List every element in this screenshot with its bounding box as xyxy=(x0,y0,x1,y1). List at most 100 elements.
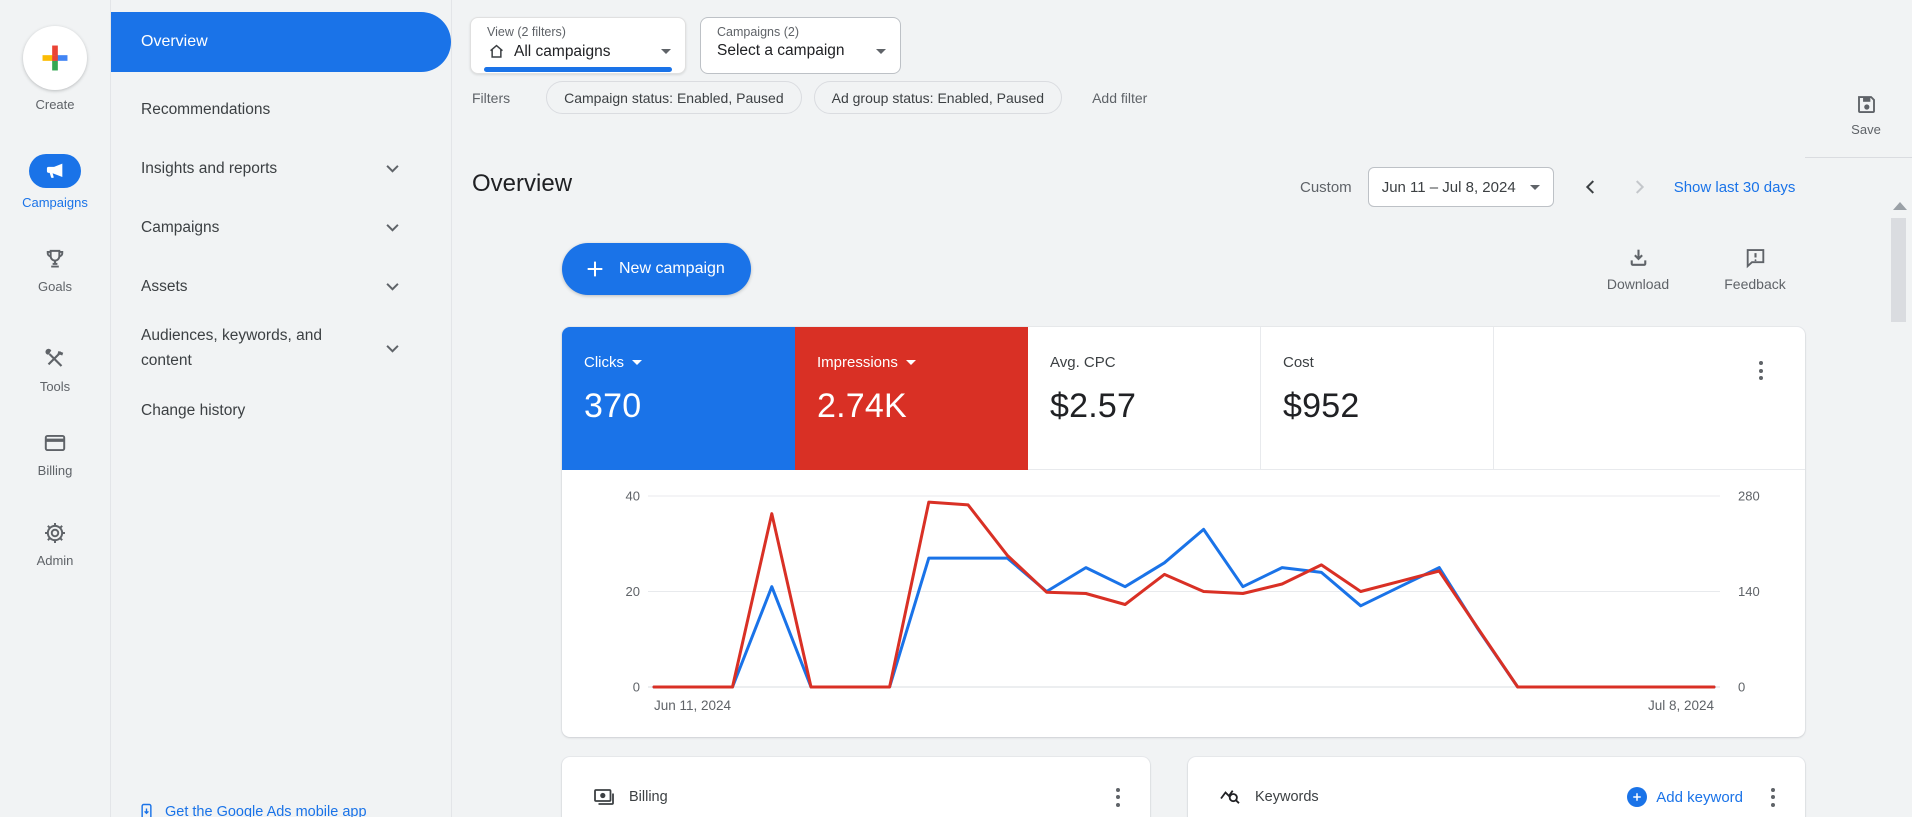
scorecard-impressions[interactable]: Impressions 2.74K xyxy=(795,327,1028,470)
chevron-left-icon xyxy=(1580,176,1602,198)
campaign-selector-dropdown[interactable]: Campaigns (2) Select a campaign xyxy=(700,17,901,74)
page-title: Overview xyxy=(472,170,572,198)
create-button[interactable]: Create xyxy=(0,26,110,112)
create-label: Create xyxy=(35,97,74,112)
secondary-nav: Overview Recommendations Insights and re… xyxy=(110,0,452,817)
nav-item-overview-label: Overview xyxy=(141,33,208,51)
show-last-30-days-link[interactable]: Show last 30 days xyxy=(1674,179,1796,196)
download-button[interactable]: Download xyxy=(1596,245,1680,292)
date-range-dropdown[interactable]: Jun 11 – Jul 8, 2024 xyxy=(1368,167,1554,207)
scorecard-cost[interactable]: Cost $952 xyxy=(1261,327,1494,470)
scorecard-avg-cpc-value: $2.57 xyxy=(1050,387,1260,426)
nav-item-change-history[interactable]: Change history xyxy=(111,388,451,432)
scorecard-filler xyxy=(1494,327,1805,470)
date-range-value: Jun 11 – Jul 8, 2024 xyxy=(1382,179,1516,196)
keywords-card[interactable]: Keywords Add keyword xyxy=(1188,757,1805,817)
panel-divider xyxy=(1805,157,1912,158)
rail-item-admin[interactable]: Admin xyxy=(0,520,110,568)
previous-period-button[interactable] xyxy=(1580,176,1602,198)
dropdown-caret-icon xyxy=(632,360,642,365)
rail-label-admin: Admin xyxy=(37,553,74,568)
rail-label-goals: Goals xyxy=(38,279,72,294)
nav-item-recommendations[interactable]: Recommendations xyxy=(111,87,451,131)
trophy-icon xyxy=(42,246,68,272)
campaigns-active-pill xyxy=(29,154,81,188)
date-controls: Custom Jun 11 – Jul 8, 2024 Show last 30… xyxy=(1300,167,1795,207)
scorecard-clicks-label: Clicks xyxy=(584,354,624,371)
rail-label-billing: Billing xyxy=(38,463,73,478)
view-selector-value: All campaigns xyxy=(514,43,611,61)
filter-chip-campaign-status[interactable]: Campaign status: Enabled, Paused xyxy=(546,81,801,114)
nav-item-insights-and-reports[interactable]: Insights and reports xyxy=(111,146,451,190)
view-selector-dropdown[interactable]: View (2 filters) All campaigns xyxy=(470,17,686,74)
feedback-icon xyxy=(1743,245,1768,270)
rail-label-campaigns: Campaigns xyxy=(22,195,88,210)
scorecard-cost-label: Cost xyxy=(1283,354,1314,371)
nav-item-assets[interactable]: Assets xyxy=(111,264,451,308)
svg-text:20: 20 xyxy=(626,584,640,599)
scrollbar-thumb[interactable] xyxy=(1891,218,1906,322)
nav-item-campaigns[interactable]: Campaigns xyxy=(111,205,451,249)
home-icon xyxy=(487,42,506,61)
nav-item-overview[interactable]: Overview xyxy=(111,12,451,72)
chevron-down-icon xyxy=(386,164,399,173)
date-mode-label: Custom xyxy=(1300,179,1352,196)
billing-card-kebab-menu[interactable] xyxy=(1110,782,1126,813)
svg-text:0: 0 xyxy=(1738,680,1745,695)
phone-download-icon xyxy=(137,801,156,817)
feedback-label: Feedback xyxy=(1724,276,1785,292)
dropdown-caret-icon xyxy=(876,49,886,54)
view-selector-label: View (2 filters) xyxy=(487,25,671,39)
credit-card-icon xyxy=(42,430,68,456)
scorecard-avg-cpc-label: Avg. CPC xyxy=(1050,354,1116,371)
tools-icon xyxy=(42,346,68,372)
add-keyword-label: Add keyword xyxy=(1656,789,1743,806)
chart-card-kebab-menu[interactable] xyxy=(1753,355,1769,386)
mobile-app-link[interactable]: Get the Google Ads mobile app xyxy=(137,801,367,817)
rail-item-campaigns[interactable]: Campaigns xyxy=(0,154,110,210)
mobile-app-link-label: Get the Google Ads mobile app xyxy=(165,804,367,817)
scorecard-cost-value: $952 xyxy=(1283,387,1493,426)
scorecard-tabs: Clicks 370 Impressions 2.74K Avg. CPC $2… xyxy=(562,327,1805,470)
rail-item-goals[interactable]: Goals xyxy=(0,246,110,294)
rail-label-tools: Tools xyxy=(40,379,70,394)
svg-text:140: 140 xyxy=(1738,584,1760,599)
new-campaign-label: New campaign xyxy=(619,260,725,278)
left-icon-rail: Create Campaigns Goals Tools B xyxy=(0,0,110,817)
svg-text:Jul 8, 2024: Jul 8, 2024 xyxy=(1648,698,1715,713)
filters-bar: Filters Campaign status: Enabled, Paused… xyxy=(472,81,1147,114)
feedback-button[interactable]: Feedback xyxy=(1713,245,1797,292)
filters-label: Filters xyxy=(472,90,510,106)
scorecard-clicks[interactable]: Clicks 370 xyxy=(562,327,795,470)
svg-text:40: 40 xyxy=(626,489,640,504)
new-campaign-button[interactable]: New campaign xyxy=(562,243,751,295)
scorecard-clicks-value: 370 xyxy=(584,387,795,426)
keywords-card-title: Keywords xyxy=(1255,789,1319,805)
trend-magnifier-icon xyxy=(1218,785,1242,809)
scorecard-avg-cpc[interactable]: Avg. CPC $2.57 xyxy=(1028,327,1261,470)
chevron-down-icon xyxy=(386,282,399,291)
svg-text:Jun 11, 2024: Jun 11, 2024 xyxy=(654,698,732,713)
active-view-underline xyxy=(484,67,672,72)
billing-card[interactable]: Billing xyxy=(562,757,1150,817)
add-filter-button[interactable]: Add filter xyxy=(1092,90,1147,106)
download-label: Download xyxy=(1607,276,1669,292)
filter-chip-ad-group-status[interactable]: Ad group status: Enabled, Paused xyxy=(814,81,1062,114)
scrollbar-up-arrow[interactable] xyxy=(1893,202,1907,210)
scorecard-impressions-label: Impressions xyxy=(817,354,898,371)
nav-item-audiences-keywords-content[interactable]: Audiences, keywords, and content xyxy=(111,323,451,373)
svg-text:0: 0 xyxy=(633,680,640,695)
next-period-button[interactable] xyxy=(1628,176,1650,198)
save-button[interactable]: Save xyxy=(1833,92,1899,137)
keywords-card-kebab-menu[interactable] xyxy=(1765,782,1781,813)
plus-circle-icon xyxy=(1627,787,1647,807)
svg-text:280: 280 xyxy=(1738,489,1760,504)
gear-icon xyxy=(42,520,68,546)
overview-chart: 0 20 40 0 140 280 Jun 11, 2024 Jul 8, 2024 xyxy=(562,470,1805,737)
dropdown-caret-icon xyxy=(906,360,916,365)
add-keyword-button[interactable]: Add keyword xyxy=(1627,787,1743,807)
rail-item-billing[interactable]: Billing xyxy=(0,430,110,478)
dropdown-caret-icon xyxy=(1530,185,1540,190)
rail-item-tools[interactable]: Tools xyxy=(0,346,110,394)
plus-icon xyxy=(584,258,606,280)
